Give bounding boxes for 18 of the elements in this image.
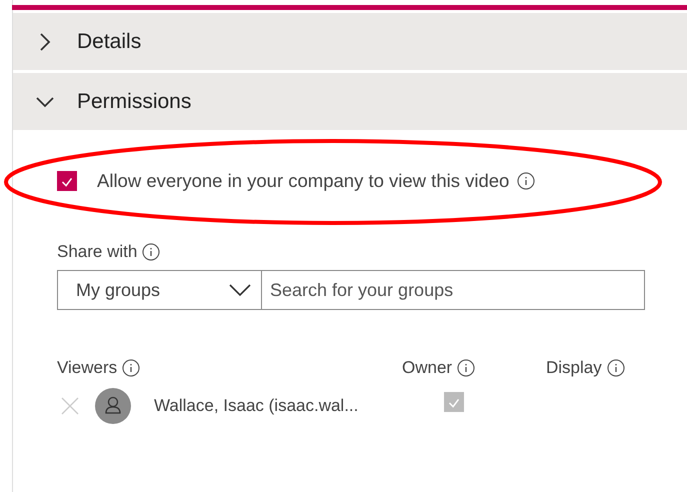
groups-dropdown[interactable]: My groups	[57, 270, 262, 310]
viewer-name: Wallace, Isaac (isaac.wal...	[154, 396, 360, 416]
info-icon[interactable]	[142, 243, 160, 261]
avatar-icon	[95, 388, 131, 424]
section-header[interactable]: Details	[13, 13, 687, 70]
chevron-down-icon	[229, 283, 251, 297]
info-icon[interactable]	[122, 359, 140, 377]
search-field[interactable]: Search for your groups	[262, 270, 645, 310]
checkbox-label: Allow everyone in your company to view this video	[97, 170, 510, 192]
section-header[interactable]: Permissions	[13, 73, 687, 130]
info-icon[interactable]	[517, 172, 536, 190]
column-header: Owner	[402, 358, 452, 378]
field-label: Share with	[57, 242, 138, 262]
info-icon[interactable]	[457, 359, 476, 377]
info-icon[interactable]	[606, 359, 625, 377]
column-header: Display	[546, 358, 602, 378]
checkbox[interactable]	[57, 171, 77, 191]
column-header: Viewers	[57, 358, 118, 378]
